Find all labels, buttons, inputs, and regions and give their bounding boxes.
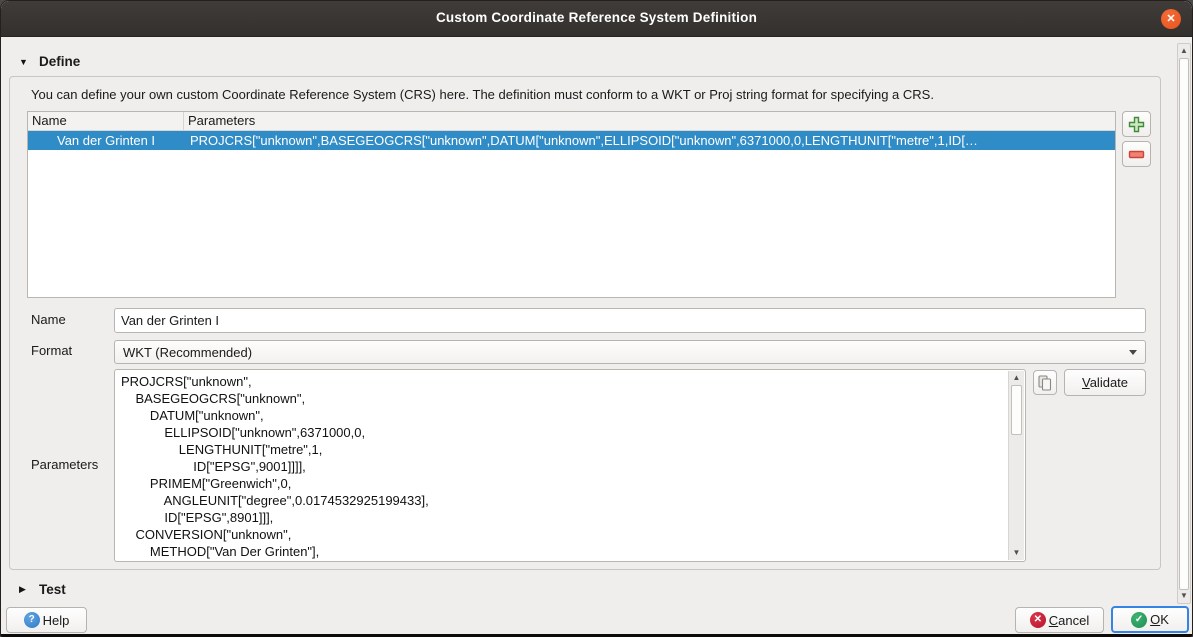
custom-crs-dialog: Custom Coordinate Reference System Defin… bbox=[0, 0, 1193, 637]
scroll-down-icon[interactable]: ▼ bbox=[1178, 590, 1190, 602]
format-selected-value: WKT (Recommended) bbox=[123, 345, 252, 360]
column-header-parameters[interactable]: Parameters bbox=[184, 112, 259, 130]
test-section-header[interactable]: ▶ Test bbox=[19, 582, 66, 597]
scroll-up-icon[interactable]: ▲ bbox=[1178, 45, 1190, 57]
cancel-icon: ✕ bbox=[1030, 612, 1046, 628]
dialog-scroll-thumb[interactable] bbox=[1179, 58, 1189, 590]
parameters-textarea[interactable]: PROJCRS["unknown", BASEGEOGCRS["unknown"… bbox=[114, 369, 1026, 562]
name-label: Name bbox=[31, 312, 66, 327]
validate-label: Validate bbox=[1082, 375, 1128, 390]
validate-button[interactable]: Validate bbox=[1064, 369, 1146, 396]
chevron-down-icon: ▼ bbox=[19, 57, 31, 67]
format-select[interactable]: WKT (Recommended) bbox=[114, 340, 1146, 364]
test-section-label: Test bbox=[39, 582, 66, 597]
help-icon: ? bbox=[24, 612, 40, 628]
parameters-text: PROJCRS["unknown", BASEGEOGCRS["unknown"… bbox=[121, 373, 1005, 561]
define-section-header[interactable]: ▼ Define bbox=[19, 54, 80, 69]
close-icon: ✕ bbox=[1166, 14, 1175, 25]
cancel-label: Cancel bbox=[1049, 613, 1089, 628]
format-label: Format bbox=[31, 343, 72, 358]
chevron-right-icon: ▶ bbox=[19, 584, 31, 595]
crs-table: Name Parameters Van der Grinten I PROJCR… bbox=[27, 111, 1116, 298]
table-header: Name Parameters bbox=[28, 112, 1115, 131]
help-button[interactable]: ? Help bbox=[6, 607, 87, 633]
close-button[interactable]: ✕ bbox=[1161, 9, 1181, 29]
window-title: Custom Coordinate Reference System Defin… bbox=[1, 10, 1192, 25]
add-crs-button[interactable] bbox=[1122, 111, 1151, 137]
ok-icon: ✓ bbox=[1131, 612, 1147, 628]
scroll-up-icon[interactable]: ▲ bbox=[1009, 372, 1024, 384]
titlebar[interactable]: Custom Coordinate Reference System Defin… bbox=[1, 1, 1192, 37]
dialog-scrollbar[interactable]: ▲ ▼ bbox=[1177, 43, 1191, 604]
cancel-button[interactable]: ✕ Cancel bbox=[1015, 607, 1104, 633]
parameters-scroll-thumb[interactable] bbox=[1011, 385, 1022, 435]
column-header-name[interactable]: Name bbox=[28, 112, 184, 130]
parameters-scrollbar[interactable]: ▲ ▼ bbox=[1008, 371, 1024, 560]
copy-icon bbox=[1038, 375, 1052, 391]
row-parameters-cell: PROJCRS["unknown",BASEGEOGCRS["unknown",… bbox=[184, 133, 1115, 148]
chevron-down-icon bbox=[1129, 350, 1137, 355]
ok-label: OK bbox=[1150, 612, 1169, 627]
define-section-label: Define bbox=[39, 54, 80, 69]
plus-icon bbox=[1128, 116, 1145, 133]
minus-icon bbox=[1128, 146, 1145, 163]
scroll-down-icon[interactable]: ▼ bbox=[1009, 547, 1024, 559]
table-row[interactable]: Van der Grinten I PROJCRS["unknown",BASE… bbox=[28, 131, 1115, 150]
crs-description: You can define your own custom Coordinat… bbox=[31, 87, 1146, 102]
help-label: Help bbox=[43, 613, 70, 628]
parameters-label: Parameters bbox=[31, 457, 98, 472]
name-input[interactable] bbox=[114, 308, 1146, 333]
ok-button[interactable]: ✓ OK bbox=[1111, 606, 1189, 633]
row-name-cell: Van der Grinten I bbox=[28, 133, 184, 148]
copy-button[interactable] bbox=[1033, 370, 1057, 395]
remove-crs-button[interactable] bbox=[1122, 141, 1151, 167]
